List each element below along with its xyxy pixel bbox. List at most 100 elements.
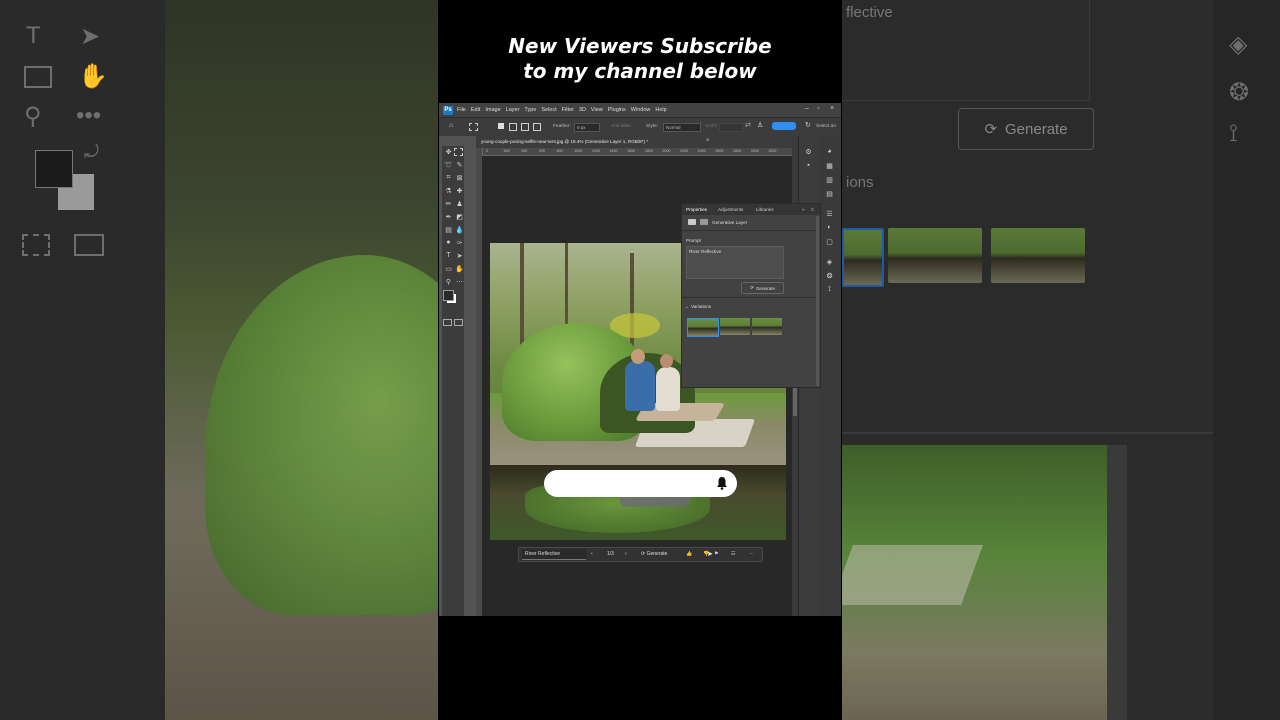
menu-plugins[interactable]: Plugins [608,107,626,113]
path-select-tool-icon[interactable]: ➤ [454,252,465,260]
select-subject-icon[interactable]: ♙ [757,121,763,129]
brush-settings-icon[interactable]: ⚙ [803,148,814,156]
prompt-input[interactable]: River Reflective [686,246,784,279]
rect-marquee-tool-icon[interactable] [454,148,463,156]
libraries-panel-icon[interactable]: ▢ [824,238,835,246]
width-input[interactable] [719,123,743,132]
eraser-tool-icon[interactable]: ◩ [454,213,465,221]
more-tools-icon[interactable]: ⋯ [454,278,465,286]
swap-colors-icon: ⤾ [84,142,99,162]
gradient-tool-icon[interactable]: ▤ [443,226,454,234]
subscribe-bar-overlay[interactable] [544,470,737,497]
menu-type[interactable]: Type [524,107,536,113]
settings-sliders-icon[interactable]: ☷ [731,551,735,557]
add-selection-icon[interactable] [509,123,517,131]
color-panel-icon[interactable]: ◕ [824,148,835,155]
properties-panel-icon[interactable]: ☰ [824,210,835,218]
refresh-icon[interactable]: ↻ [805,121,811,129]
variation-thumb-2[interactable] [720,318,750,335]
blur-tool-icon[interactable]: 💧 [454,226,465,234]
select-and-mask-button[interactable]: Select an [816,124,836,129]
feather-input[interactable]: 0 px [574,123,600,132]
history-brush-icon[interactable]: ✒ [443,213,454,221]
frame-tool-icon[interactable]: ⊠ [454,174,465,182]
home-icon[interactable]: ⌂ [449,122,453,129]
subtract-selection-icon[interactable] [521,123,529,131]
foreground-color-swatch[interactable] [443,290,454,301]
panel-collapse-icon[interactable]: » [802,207,805,212]
brush-tool-icon[interactable]: ✏ [443,200,454,208]
thumbs-up-icon[interactable]: 👍 [686,551,692,557]
more-options-icon[interactable]: ⋯ [749,551,754,557]
quick-select-tool-icon[interactable]: ✎ [454,161,465,169]
move-tool-icon[interactable]: ✥ [443,148,454,156]
menu-file[interactable]: File [457,107,466,113]
paths-panel-icon[interactable]: ⟟ [824,286,835,294]
shape-tool-icon[interactable]: ▭ [443,265,454,273]
tab-libraries[interactable]: Libraries [756,207,774,212]
variations-chevron-icon[interactable]: ⌄ [685,304,689,310]
quick-mask-icon [22,234,50,256]
menu-select[interactable]: Select [541,107,556,113]
hand-tool-icon[interactable]: ✋ [454,265,465,273]
type-tool-icon[interactable]: T [443,252,454,259]
stamp-tool-icon[interactable]: ♟ [454,200,465,208]
menu-view[interactable]: View [591,107,603,113]
dodge-tool-icon[interactable]: ● [443,239,454,246]
ruler-tick-label: 600 [503,149,510,153]
patterns-panel-icon[interactable]: ▤ [824,190,835,198]
style-select[interactable]: Normal [663,123,701,132]
tab-properties[interactable]: Properties [686,207,707,212]
menu-filter[interactable]: Filter [562,107,574,113]
menu-bar: Ps File Edit Image Layer Type Select Fil… [439,103,841,117]
previous-variation-icon[interactable]: ‹ [591,551,593,557]
zoom-tool-icon: ⚲ [24,103,42,130]
eyedropper-tool-icon[interactable]: ⚗ [443,187,454,195]
channels-panel-icon[interactable]: ❂ [824,272,835,280]
minimize-icon[interactable]: – [805,105,809,112]
menu-window[interactable]: Window [631,107,651,113]
taskbar-generate-button[interactable]: ⟳ Generate [641,551,667,557]
screen-mode-icon[interactable] [454,319,463,326]
menu-help[interactable]: Help [655,107,666,113]
menu-edit[interactable]: Edit [471,107,480,113]
backdrop-variation-thumb [991,228,1085,283]
quick-mask-icon[interactable] [443,319,452,326]
new-selection-icon[interactable] [498,123,504,129]
swatches-panel-icon[interactable]: ▦ [824,162,835,170]
tab-adjustments[interactable]: Adjustments [718,207,743,212]
next-variation-icon[interactable]: › [625,551,627,557]
crop-tool-icon[interactable]: ⌗ [443,174,454,182]
variation-thumb-3[interactable] [752,318,782,335]
antialias-checkbox-label[interactable]: Anti-alias [611,124,631,129]
swap-dimensions-icon[interactable]: ⇄ [745,121,751,129]
maximize-icon[interactable]: ▫ [817,105,819,112]
ruler-tick-label: 2400 [697,149,706,153]
report-flag-icon[interactable]: ⚑ [714,551,718,557]
video-frame: New Viewers Subscribe to my channel belo… [438,0,842,720]
lasso-tool-icon[interactable]: ➰ [443,161,454,169]
panel-scrollbar[interactable] [816,216,819,386]
search-toggle[interactable] [772,122,796,130]
layers-panel-icon[interactable]: ◈ [824,258,835,266]
generate-button[interactable]: ⟳ Generate [741,282,784,294]
close-icon[interactable]: × [830,105,834,112]
taskbar-prompt-field[interactable]: River Reflective [522,549,586,560]
intersect-selection-icon[interactable] [533,123,541,131]
feather-label: Feather: [553,124,571,129]
pen-tool-icon[interactable]: ✑ [454,239,465,247]
marquee-preset-icon[interactable] [469,123,478,131]
backdrop-left-toolbar: T ➤ ✋ ⚲ ••• ⤾ [0,0,165,720]
gradients-panel-icon[interactable]: ▥ [824,176,835,184]
variation-thumb-1[interactable] [687,318,719,337]
comments-icon[interactable]: ▪ [803,162,814,169]
tab-close-icon[interactable]: × [706,138,710,144]
zoom-tool-icon[interactable]: ⚲ [443,278,454,286]
panel-menu-icon[interactable]: ≡ [811,207,814,212]
menu-image[interactable]: Image [485,107,500,113]
adjustments-panel-icon[interactable]: ◐ [824,224,835,231]
menu-3d[interactable]: 3D [579,107,586,113]
document-tab[interactable]: young-couple-posing-selfie-near-tent.jpg… [481,139,648,144]
healing-tool-icon[interactable]: ✚ [454,187,465,195]
menu-layer[interactable]: Layer [506,107,520,113]
